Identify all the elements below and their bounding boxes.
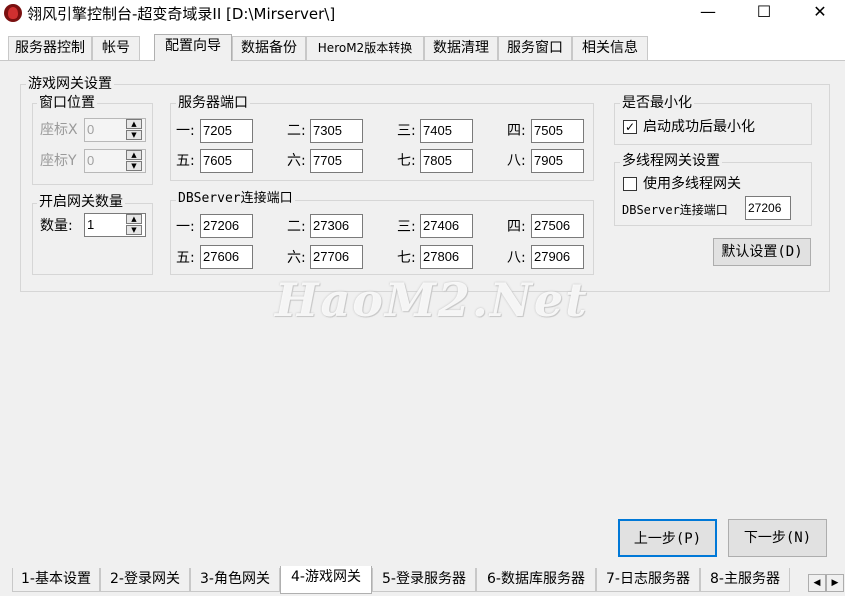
config-panel: 游戏网关设置 窗口位置 座标X 0 ▲ ▼ 座标Y 0 ▲ ▼ 开启网关数量 数量:… [0, 60, 845, 567]
server-port-label-4: 四: [507, 123, 526, 139]
server-port-label-1: 一: [176, 123, 195, 139]
server-port-input-6[interactable]: 7705 [310, 149, 363, 173]
x-coord-label: 座标X [40, 122, 78, 138]
server-ports-title: 服务器端口 [176, 95, 250, 111]
watermark: HaoM2.Net [275, 273, 589, 327]
scroll-right-icon[interactable]: ▶ [826, 574, 844, 592]
prev-step-button[interactable]: 上一步(P) [618, 519, 717, 557]
minimize-button[interactable]: — [685, 0, 731, 26]
tab-config-wizard[interactable]: 配置向导 [154, 34, 232, 61]
server-port-input-5[interactable]: 7605 [200, 149, 253, 173]
y-coord-spinner[interactable]: ▲ ▼ [126, 150, 142, 172]
tab-log-server[interactable]: 7-日志服务器 [596, 568, 700, 592]
check-icon: ✓ [624, 120, 636, 134]
spin-down-icon[interactable]: ▼ [126, 225, 142, 235]
minimize-group-title: 是否最小化 [620, 95, 694, 111]
spin-up-icon[interactable]: ▲ [126, 119, 142, 129]
db-port-label-4: 四: [507, 219, 526, 235]
tab-login-server[interactable]: 5-登录服务器 [372, 568, 476, 592]
server-port-label-6: 六: [287, 153, 306, 169]
db-port-label-2: 二: [287, 219, 306, 235]
db-port-input-2[interactable]: 27306 [310, 214, 363, 238]
minimize-checkbox-label[interactable]: 启动成功后最小化 [643, 118, 755, 136]
multithread-db-input[interactable]: 27206 [745, 196, 791, 220]
spin-up-icon[interactable]: ▲ [126, 150, 142, 160]
y-coord-label: 座标Y [40, 153, 77, 169]
default-settings-button[interactable]: 默认设置(D) [713, 238, 811, 266]
db-port-label-6: 六: [287, 250, 306, 266]
tab-account[interactable]: 帐号 [92, 36, 140, 60]
scroll-left-icon[interactable]: ◀ [808, 574, 826, 592]
window-title: 翎风引擎控制台-超变奇域录II [D:\Mirserver\] [27, 5, 336, 23]
maximize-button[interactable]: ☐ [741, 0, 787, 26]
spin-up-icon[interactable]: ▲ [126, 214, 142, 224]
game-gateway-group-title: 游戏网关设置 [26, 76, 114, 92]
server-port-input-7[interactable]: 7805 [420, 149, 473, 173]
close-button[interactable]: ✕ [797, 0, 843, 26]
tab-main-server[interactable]: 8-主服务器 [700, 568, 790, 592]
gateway-count-label: 数量: [40, 218, 73, 234]
server-port-label-7: 七: [397, 153, 416, 169]
db-ports-title: DBServer连接端口 [176, 191, 295, 207]
server-port-label-3: 三: [397, 123, 416, 139]
minimize-checkbox[interactable]: ✓ [623, 120, 637, 134]
multithread-db-label: DBServer连接端口 [622, 203, 728, 217]
db-port-label-8: 八: [507, 250, 526, 266]
db-port-label-3: 三: [397, 219, 416, 235]
x-coord-spinner[interactable]: ▲ ▼ [126, 119, 142, 141]
tab-about[interactable]: 相关信息 [572, 36, 648, 60]
tab-data-backup[interactable]: 数据备份 [232, 36, 306, 60]
gateway-count-title: 开启网关数量 [37, 194, 125, 210]
server-port-label-8: 八: [507, 153, 526, 169]
db-port-label-1: 一: [176, 219, 195, 235]
tab-server-control[interactable]: 服务器控制 [8, 36, 92, 60]
db-port-input-1[interactable]: 27206 [200, 214, 253, 238]
top-tab-bar: 服务器控制 帐号 配置向导 数据备份 HeroM2版本转换 数据清理 服务窗口 … [0, 34, 845, 61]
title-bar: 翎风引擎控制台-超变奇域录II [D:\Mirserver\] — ☐ ✕ [0, 0, 845, 26]
spin-down-icon[interactable]: ▼ [126, 130, 142, 140]
server-port-input-4[interactable]: 7505 [531, 119, 584, 143]
server-port-input-8[interactable]: 7905 [531, 149, 584, 173]
db-port-input-4[interactable]: 27506 [531, 214, 584, 238]
multithread-checkbox[interactable] [623, 177, 637, 191]
next-step-button[interactable]: 下一步(N) [728, 519, 827, 557]
window-position-title: 窗口位置 [37, 95, 97, 111]
tab-herom2-convert[interactable]: HeroM2版本转换 [306, 36, 424, 60]
db-port-label-7: 七: [397, 250, 416, 266]
app-icon [4, 4, 22, 22]
server-port-input-1[interactable]: 7205 [200, 119, 253, 143]
db-port-input-3[interactable]: 27406 [420, 214, 473, 238]
server-port-label-2: 二: [287, 123, 306, 139]
multithread-group-title: 多线程网关设置 [620, 153, 722, 169]
server-port-label-5: 五: [176, 153, 195, 169]
db-port-input-5[interactable]: 27606 [200, 245, 253, 269]
tab-database-server[interactable]: 6-数据库服务器 [476, 568, 596, 592]
db-port-input-6[interactable]: 27706 [310, 245, 363, 269]
tab-basic-settings[interactable]: 1-基本设置 [12, 568, 100, 592]
gateway-count-spinner[interactable]: ▲ ▼ [126, 214, 142, 236]
spin-down-icon[interactable]: ▼ [126, 161, 142, 171]
server-port-input-2[interactable]: 7305 [310, 119, 363, 143]
multithread-checkbox-label[interactable]: 使用多线程网关 [643, 175, 741, 193]
bottom-tab-bar: 1-基本设置 2-登录网关 3-角色网关 4-游戏网关 5-登录服务器 6-数据… [0, 566, 845, 596]
tab-service-window[interactable]: 服务窗口 [498, 36, 572, 60]
tab-login-gateway[interactable]: 2-登录网关 [100, 568, 190, 592]
db-port-label-5: 五: [176, 250, 195, 266]
tab-role-gateway[interactable]: 3-角色网关 [190, 568, 280, 592]
db-port-input-7[interactable]: 27806 [420, 245, 473, 269]
tab-data-cleanup[interactable]: 数据清理 [424, 36, 498, 60]
server-port-input-3[interactable]: 7405 [420, 119, 473, 143]
tab-game-gateway[interactable]: 4-游戏网关 [280, 566, 372, 594]
db-port-input-8[interactable]: 27906 [531, 245, 584, 269]
